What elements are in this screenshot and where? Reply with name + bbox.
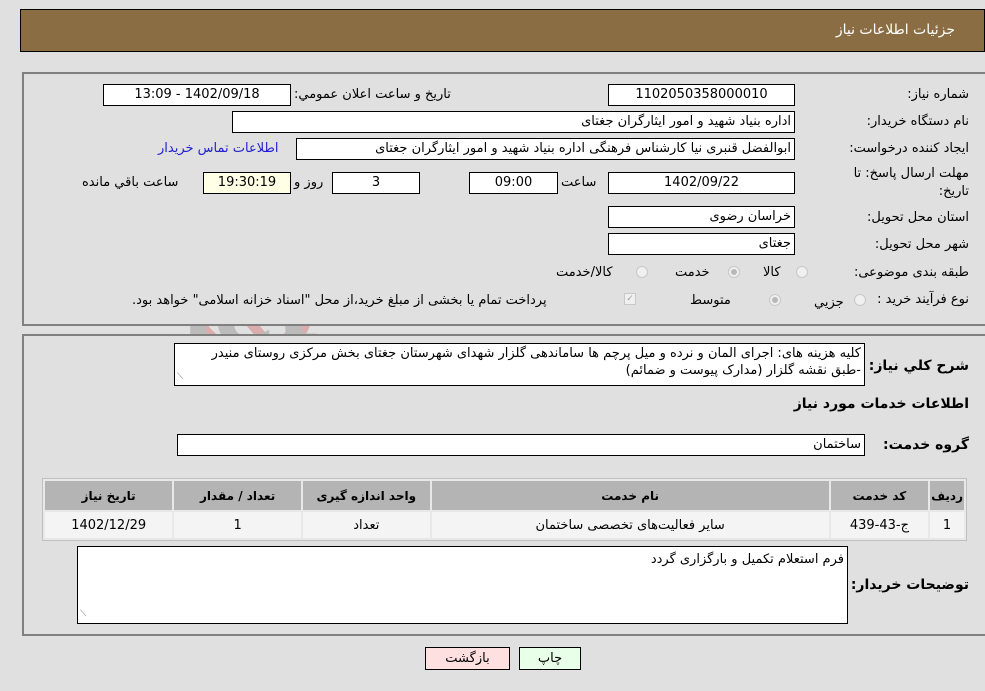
- purchase-radio-minor[interactable]: [854, 294, 866, 306]
- buyer-org-field[interactable]: اداره بنیاد شهید و امور ایثارگران جغتای: [232, 111, 795, 133]
- deadline-time-field[interactable]: 09:00: [469, 172, 558, 194]
- city-field[interactable]: جغتای: [608, 233, 795, 255]
- cell-need-date: 1402/12/29: [45, 512, 173, 538]
- buyer-contact-link[interactable]: اطلاعات تماس خريدار: [158, 141, 278, 156]
- table-header-row: رديف کد خدمت نام خدمت واحد اندازه گیری ت…: [45, 481, 964, 510]
- cell-unit: تعداد: [302, 512, 430, 538]
- page-title: جزئیات اطلاعات نیاز: [835, 22, 955, 38]
- remaining-time-field: 19:30:19: [203, 172, 291, 194]
- table-row: 1 ج-43-439 سایر فعالیت‌های تخصصی ساختمان…: [45, 512, 964, 538]
- remaining-time-label: ساعت باقي مانده: [82, 175, 179, 190]
- cell-row-number: 1: [930, 512, 964, 538]
- services-panel: شرح کلي نياز: کلیه هزینه های: اجرای الما…: [22, 334, 985, 636]
- col-header-quantity: تعداد / مقدار: [174, 481, 301, 510]
- col-header-unit: واحد اندازه گیری: [302, 481, 430, 510]
- buyer-org-label: نام دستگاه خريدار:: [866, 114, 969, 129]
- print-button[interactable]: چاپ: [519, 647, 581, 670]
- province-label: استان محل تحويل:: [867, 210, 969, 225]
- deadline-date-field[interactable]: 1402/09/22: [608, 172, 795, 194]
- services-table: رديف کد خدمت نام خدمت واحد اندازه گیری ت…: [42, 478, 967, 541]
- province-field[interactable]: خراسان رضوی: [608, 206, 795, 228]
- services-section-title: اطلاعات خدمات مورد نياز: [793, 396, 969, 412]
- purchase-option-minor: جزيي: [814, 295, 844, 310]
- announce-datetime-label: تاریخ و ساعت اعلان عمومي:: [294, 87, 451, 102]
- requester-label: ايجاد کننده درخواست:: [849, 141, 969, 156]
- category-label: طبقه بندی موضوعی:: [853, 265, 969, 280]
- cell-quantity: 1: [174, 512, 301, 538]
- deadline-time-label: ساعت: [561, 175, 597, 190]
- need-number-field[interactable]: 1102050358000010: [608, 84, 795, 106]
- col-header-row-number: رديف: [930, 481, 964, 510]
- cell-service-name: سایر فعالیت‌های تخصصی ساختمان: [431, 512, 829, 538]
- col-header-service-code: کد خدمت: [830, 481, 929, 510]
- category-option-goods-service: کالا/خدمت: [556, 265, 613, 280]
- deadline-label-line1: مهلت ارسال پاسخ: تا: [853, 166, 969, 181]
- cell-service-code: ج-43-439: [830, 512, 929, 538]
- category-radio-service[interactable]: [728, 266, 740, 278]
- category-radio-goods[interactable]: [796, 266, 808, 278]
- col-header-need-date: تاریخ نیاز: [45, 481, 173, 510]
- service-group-label: گروه خدمت:: [883, 437, 969, 453]
- city-label: شهر محل تحويل:: [874, 237, 969, 252]
- requester-field[interactable]: ابوالفضل قنبری نیا کارشناس فرهنگی اداره …: [296, 138, 795, 160]
- category-option-goods: کالا: [763, 265, 781, 280]
- resize-grip-icon[interactable]: ⟋: [177, 372, 183, 382]
- announce-datetime-field[interactable]: 1402/09/18 - 13:09: [103, 84, 291, 106]
- category-option-service: خدمت: [675, 265, 710, 280]
- remaining-days-field[interactable]: 3: [332, 172, 420, 194]
- deadline-label-line2: تاریخ:: [938, 184, 969, 199]
- payment-checkbox[interactable]: ✓: [624, 293, 636, 305]
- purchase-option-medium: متوسط: [690, 293, 731, 308]
- description-label: شرح کلي نياز:: [868, 358, 969, 374]
- purchase-type-label: نوع فرآیند خرید :: [877, 292, 969, 307]
- page-header: جزئیات اطلاعات نیاز: [20, 9, 985, 52]
- details-panel: شماره نیاز: 1102050358000010 تاریخ و ساع…: [22, 72, 985, 326]
- need-number-label: شماره نیاز:: [907, 87, 969, 102]
- description-textarea[interactable]: کلیه هزینه های: اجرای المان و نرده و میل…: [174, 343, 865, 386]
- category-radio-goods-service[interactable]: [636, 266, 648, 278]
- back-button[interactable]: بازگشت: [425, 647, 510, 670]
- buyer-notes-label: توضيحات خريدار:: [850, 577, 969, 593]
- resize-grip-icon[interactable]: ⟋: [80, 609, 86, 619]
- col-header-service-name: نام خدمت: [431, 481, 829, 510]
- buyer-notes-textarea[interactable]: فرم استعلام تکمیل و بارگزاری گردد: [77, 546, 848, 624]
- payment-note: پرداخت تمام یا بخشی از مبلغ خرید،از محل …: [132, 293, 547, 308]
- service-group-field[interactable]: ساختمان: [177, 434, 865, 456]
- days-label: روز و: [294, 175, 324, 190]
- purchase-radio-medium[interactable]: [769, 294, 781, 306]
